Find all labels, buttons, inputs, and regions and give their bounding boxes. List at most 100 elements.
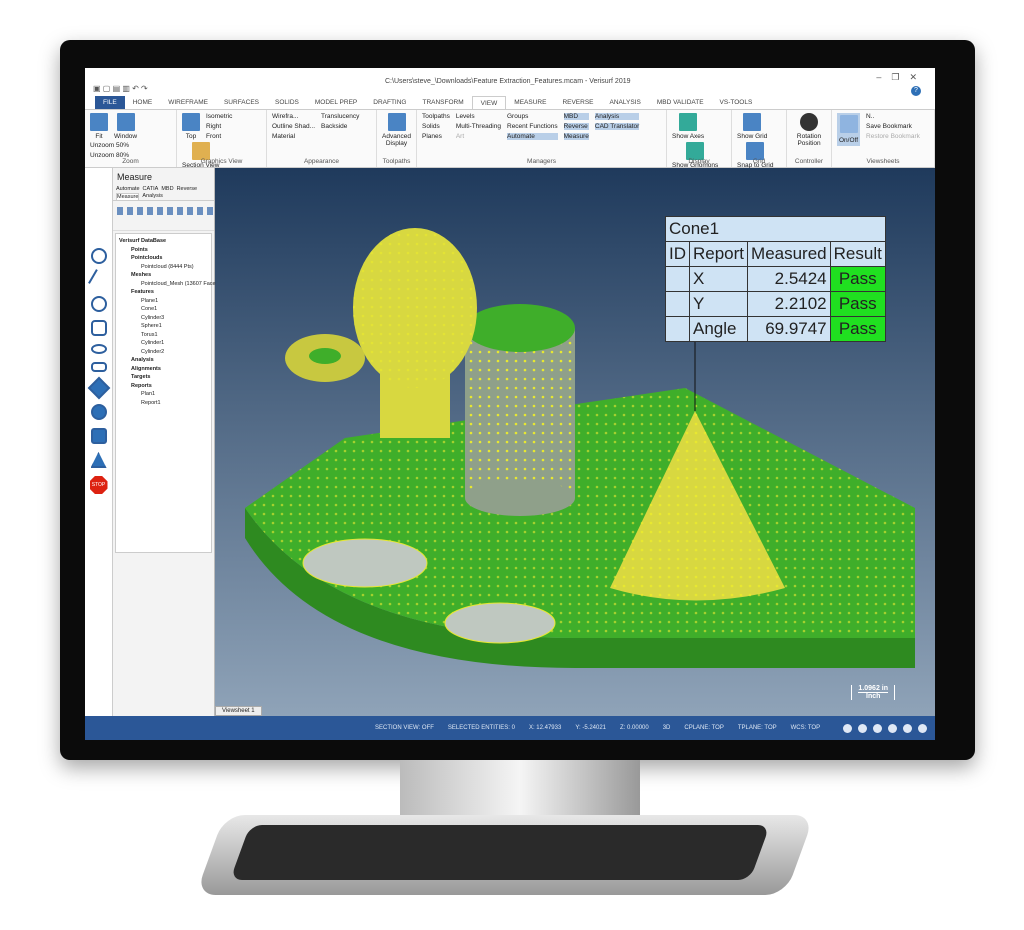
unzoom-50-button[interactable]: Unzoom 50%	[90, 142, 129, 149]
analysis-manager[interactable]: Analysis	[594, 113, 640, 120]
tree-item[interactable]: Sphere1	[119, 322, 208, 331]
tree-item[interactable]: Reports	[119, 382, 208, 391]
tab-view[interactable]: VIEW	[471, 96, 507, 109]
tree-item[interactable]: Targets	[119, 373, 208, 382]
cylinder-tool-icon[interactable]	[90, 428, 107, 444]
tab-mbd-validate[interactable]: MBD VALIDATE	[649, 96, 712, 109]
solids-manager[interactable]: Solids	[422, 123, 450, 130]
mode-3d[interactable]: 3D	[663, 725, 671, 731]
point-tool-icon[interactable]	[90, 248, 107, 264]
tplane-status[interactable]: TPLANE: TOP	[738, 725, 777, 731]
multi-threading-manager[interactable]: Multi-Threading	[456, 123, 501, 130]
spline-tool-icon[interactable]	[90, 320, 107, 336]
mbd-manager[interactable]: MBD	[563, 113, 589, 120]
tab-transform[interactable]: TRANSFORM	[414, 96, 471, 109]
toolpaths-manager[interactable]: Toolpaths	[422, 113, 450, 120]
close-button[interactable]: ✕	[909, 72, 927, 82]
tab-vs-tools[interactable]: VS-TOOLS	[712, 96, 761, 109]
graphics-viewport[interactable]: Cone1 ID Report Measured Result X 2.5424 Pass…	[215, 168, 935, 716]
tab-solids[interactable]: SOLIDS	[267, 96, 307, 109]
on-off-button[interactable]: On/Off	[837, 113, 861, 146]
viewsheet-tab[interactable]: Viewsheet 1	[215, 706, 262, 716]
front-view-button[interactable]: Front	[206, 133, 232, 140]
advanced-display-button[interactable]: Advanced Display	[382, 113, 411, 147]
globe-icon[interactable]	[873, 723, 882, 733]
cplane-status[interactable]: CPLANE: TOP	[684, 725, 723, 731]
tree-item[interactable]: Pointclouds	[119, 254, 208, 263]
restore-bookmark-button[interactable]: Restore Bookmark	[866, 133, 920, 140]
globe-icon[interactable]	[843, 723, 852, 733]
rotation-position-button[interactable]: Rotation Position	[792, 113, 826, 147]
sphere-tool-icon[interactable]	[90, 404, 107, 420]
new-viewsheet-button[interactable]: N..	[866, 113, 920, 120]
outline-shaded-button[interactable]: Outline Shad...	[272, 123, 315, 130]
tab-reverse[interactable]: REVERSE	[554, 96, 601, 109]
levels-manager[interactable]: Levels	[456, 113, 501, 120]
tree-item[interactable]: Report1	[119, 399, 208, 408]
tree-item[interactable]: Torus1	[119, 331, 208, 340]
tree-item[interactable]: Points	[119, 246, 208, 255]
isometric-button[interactable]: Isometric	[206, 113, 232, 120]
wireframe-button[interactable]: Wirefra...	[272, 113, 315, 120]
tab-model-prep[interactable]: MODEL PREP	[307, 96, 365, 109]
tree-item[interactable]: Features	[119, 288, 208, 297]
recent-functions-manager[interactable]: Recent Functions	[507, 123, 558, 130]
window-controls[interactable]: –❐✕	[876, 72, 927, 83]
groups-manager[interactable]: Groups	[507, 113, 558, 120]
translucency-button[interactable]: Translucency	[321, 113, 359, 120]
tab-file[interactable]: FILE	[95, 96, 125, 109]
quick-access-toolbar[interactable]: ▣ ▢ ▤ ▥ ↶ ↷	[93, 84, 148, 93]
panel-tab-reverse[interactable]: Reverse	[177, 186, 197, 192]
wcs-status[interactable]: WCS: TOP	[791, 725, 820, 731]
window-button[interactable]: Window	[114, 113, 137, 140]
show-axes-button[interactable]: Show Axes	[672, 113, 704, 140]
section-view-status[interactable]: SECTION VIEW: OFF	[375, 725, 434, 731]
tab-drafting[interactable]: DRAFTING	[365, 96, 414, 109]
save-bookmark-button[interactable]: Save Bookmark	[866, 123, 920, 130]
panel-tab-mbd[interactable]: MBD	[161, 186, 173, 192]
tree-item[interactable]: Cylinder1	[119, 339, 208, 348]
ellipse-tool-icon[interactable]	[90, 344, 107, 354]
planes-manager[interactable]: Planes	[422, 133, 450, 140]
fit-button[interactable]: Fit	[90, 113, 108, 140]
tree-item[interactable]: Verisurf DataBase	[119, 237, 208, 246]
top-view-button[interactable]: Top	[182, 113, 200, 140]
line-tool-icon[interactable]	[87, 269, 110, 291]
shaded-sphere-icon[interactable]	[888, 723, 897, 733]
tree-item[interactable]: Plan1	[119, 390, 208, 399]
wireframe-sphere-icon[interactable]	[918, 723, 927, 733]
tab-home[interactable]: HOME	[125, 96, 161, 109]
automate-manager[interactable]: Automate	[507, 133, 558, 140]
z-coordinate[interactable]: Z: 0.00000	[620, 725, 649, 731]
panel-toolbar[interactable]	[113, 201, 214, 231]
slot-tool-icon[interactable]	[90, 362, 107, 372]
tab-surfaces[interactable]: SURFACES	[216, 96, 267, 109]
tree-item[interactable]: Pointcloud (8444 Pts)	[119, 263, 208, 272]
tab-analysis[interactable]: ANALYSIS	[602, 96, 649, 109]
stop-button[interactable]: STOP	[89, 476, 108, 494]
tree-item[interactable]: Cone1	[119, 305, 208, 314]
restore-button[interactable]: ❐	[891, 72, 909, 82]
tree-item[interactable]: Analysis	[119, 356, 208, 365]
tab-wireframe[interactable]: WIREFRAME	[160, 96, 216, 109]
panel-tab-measure[interactable]: Measure	[116, 193, 140, 200]
right-view-button[interactable]: Right	[206, 123, 232, 130]
cad-translator-manager[interactable]: CAD Translator	[594, 123, 640, 130]
minimize-button[interactable]: –	[876, 72, 891, 82]
panel-tab-analysis[interactable]: Analysis	[142, 193, 162, 200]
circle-tool-icon[interactable]	[90, 296, 107, 312]
plane-tool-icon[interactable]	[87, 376, 110, 400]
backside-button[interactable]: Backside	[321, 123, 359, 130]
art-manager[interactable]: Art	[456, 133, 501, 140]
tree-item[interactable]: Cylinder3	[119, 314, 208, 323]
help-icon[interactable]: ?	[911, 86, 921, 96]
globe-icon[interactable]	[858, 723, 867, 733]
tree-item[interactable]: Cylinder2	[119, 348, 208, 357]
material-button[interactable]: Material	[272, 133, 315, 140]
cone-tool-icon[interactable]	[90, 452, 107, 468]
tab-measure[interactable]: MEASURE	[506, 96, 554, 109]
show-grid-button[interactable]: Show Grid	[737, 113, 767, 140]
tree-item[interactable]: Plane1	[119, 297, 208, 306]
panel-tab-catia[interactable]: CATIA	[143, 186, 159, 192]
tree-item[interactable]: Meshes	[119, 271, 208, 280]
